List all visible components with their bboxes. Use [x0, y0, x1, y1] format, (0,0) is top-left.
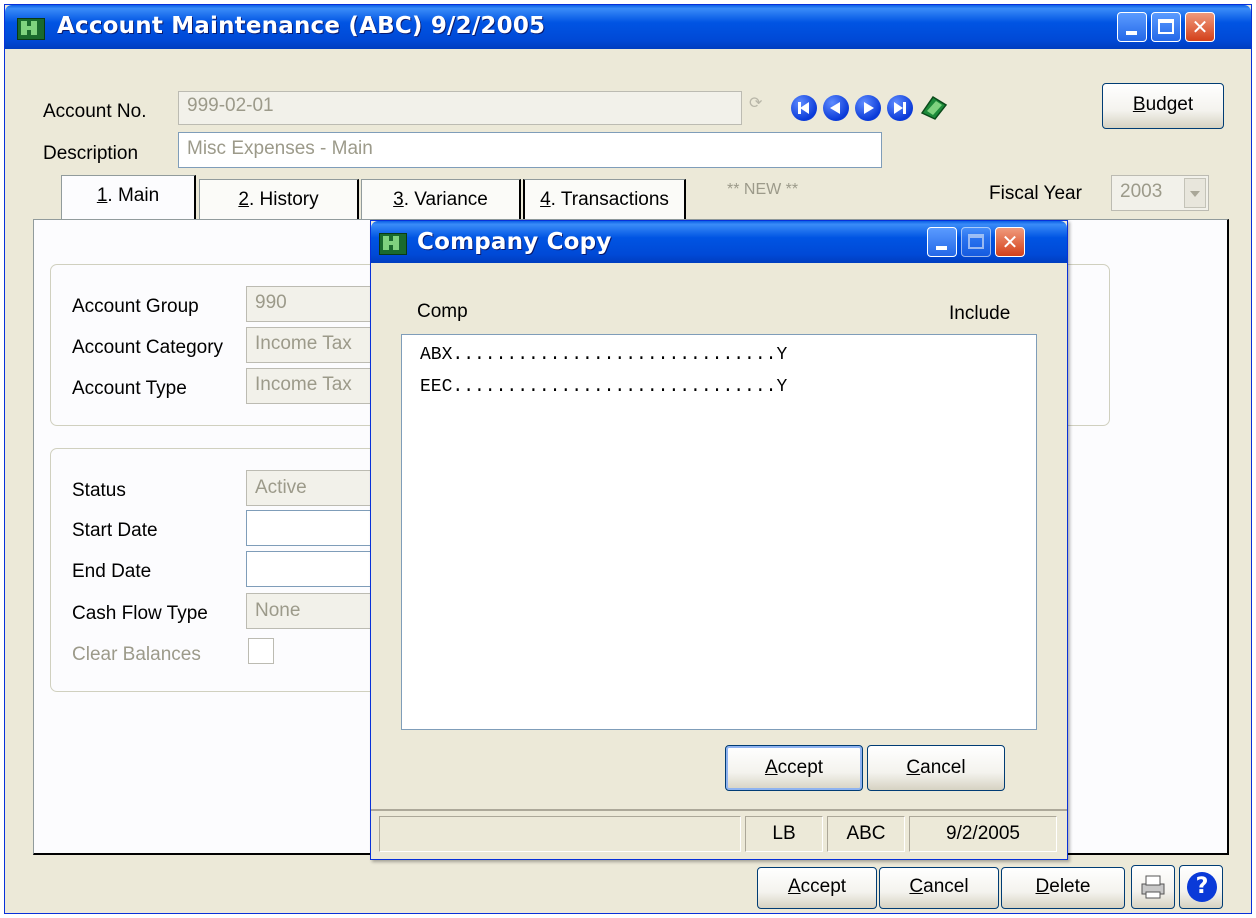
clear-balances-label: Clear Balances: [72, 644, 201, 665]
dialog-title: Company Copy: [417, 229, 612, 255]
minimize-icon: [936, 246, 947, 250]
dialog-close-button[interactable]: ✕: [995, 227, 1025, 257]
list-item[interactable]: ABX..............................Y: [420, 345, 787, 365]
tab-history[interactable]: 2. History: [199, 179, 359, 223]
printer-icon: [1141, 875, 1165, 899]
include-column-header: Include: [949, 303, 1011, 324]
app-icon: [17, 15, 45, 40]
main-titlebar[interactable]: Account Maintenance (ABC) 9/2/2005 ✕: [5, 5, 1251, 49]
end-date-field[interactable]: [246, 551, 376, 587]
account-no-field[interactable]: 999-02-01: [178, 91, 742, 125]
maximize-icon: [1158, 19, 1174, 34]
account-group-field[interactable]: 990: [246, 286, 376, 322]
minimize-button[interactable]: [1117, 12, 1147, 42]
dialog-cancel-button[interactable]: Cancel: [867, 745, 1005, 791]
fiscal-year-label: Fiscal Year: [989, 183, 1082, 204]
maximize-icon: [968, 234, 984, 249]
minimize-icon: [1126, 31, 1137, 35]
account-type-label: Account Type: [72, 378, 187, 399]
chevron-down-icon: [1184, 178, 1206, 208]
description-label: Description: [43, 143, 139, 164]
status-cell-company: ABC: [827, 816, 905, 852]
status-cell-date: 9/2/2005: [909, 816, 1057, 852]
close-icon: ✕: [1001, 230, 1019, 254]
comp-column-header: Comp: [417, 301, 468, 322]
start-date-field[interactable]: [246, 510, 376, 546]
dialog-maximize-button: [961, 227, 991, 257]
account-category-field[interactable]: Income Tax: [246, 327, 376, 363]
dialog-accept-button[interactable]: Accept: [725, 745, 863, 791]
list-item[interactable]: EEC..............................Y: [420, 377, 787, 397]
account-category-label: Account Category: [72, 337, 224, 358]
status-cell-message: [379, 816, 741, 852]
fiscal-year-select[interactable]: 2003: [1111, 175, 1209, 211]
delete-button[interactable]: Delete: [1001, 867, 1125, 909]
account-type-field[interactable]: Income Tax: [246, 368, 376, 404]
clear-balances-checkbox[interactable]: [248, 638, 274, 664]
status-divider: [371, 809, 1067, 811]
status-field[interactable]: Active: [246, 470, 376, 506]
tab-main[interactable]: 1. Main: [61, 175, 196, 223]
start-date-label: Start Date: [72, 520, 158, 541]
close-button[interactable]: ✕: [1185, 12, 1215, 42]
tab-variance[interactable]: 3. Variance: [361, 179, 521, 223]
status-cell-user: LB: [745, 816, 823, 852]
accept-button[interactable]: Accept: [757, 867, 877, 909]
close-icon: ✕: [1191, 15, 1209, 39]
company-copy-dialog: Company Copy ✕ Comp Include ABX.........…: [370, 220, 1068, 860]
account-no-label: Account No.: [43, 101, 147, 122]
tab-transactions[interactable]: 4. Transactions: [523, 179, 686, 223]
help-button[interactable]: ?: [1179, 865, 1223, 909]
new-indicator: ** NEW **: [727, 181, 799, 198]
help-icon: ?: [1187, 872, 1217, 902]
dialog-app-icon: [379, 230, 407, 255]
first-record-icon[interactable]: [791, 95, 817, 121]
dialog-titlebar[interactable]: Company Copy ✕: [371, 221, 1067, 263]
previous-record-icon[interactable]: [823, 95, 849, 121]
cash-flow-type-label: Cash Flow Type: [72, 603, 208, 624]
window-title: Account Maintenance (ABC) 9/2/2005: [57, 13, 546, 39]
next-record-icon[interactable]: [855, 95, 881, 121]
print-button[interactable]: [1131, 865, 1175, 909]
cancel-button[interactable]: Cancel: [879, 867, 999, 909]
company-list[interactable]: ABX..............................Y EEC..…: [401, 334, 1037, 730]
cash-flow-type-field[interactable]: None: [246, 593, 376, 629]
dialog-minimize-button[interactable]: [927, 227, 957, 257]
description-field[interactable]: Misc Expenses - Main: [178, 132, 882, 168]
status-label: Status: [72, 480, 126, 501]
budget-button[interactable]: Budget: [1102, 83, 1224, 129]
end-date-label: End Date: [72, 561, 152, 582]
memo-icon[interactable]: [919, 93, 949, 121]
last-record-icon[interactable]: [887, 95, 913, 121]
maximize-button[interactable]: [1151, 12, 1181, 42]
lookup-icon[interactable]: ⟳: [749, 93, 767, 113]
account-group-label: Account Group: [72, 296, 199, 317]
